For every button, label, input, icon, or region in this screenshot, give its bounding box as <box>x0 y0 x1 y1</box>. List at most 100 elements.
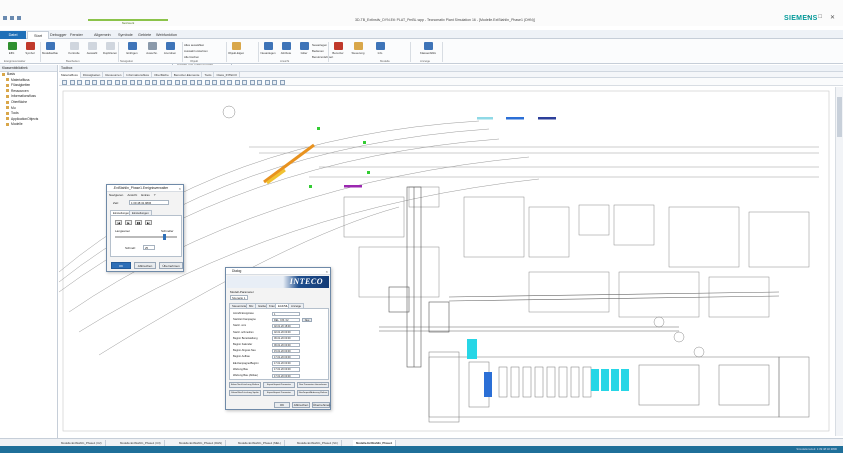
parameter-value-field[interactable]: 17.01.20 00:00 <box>272 354 300 360</box>
toolbox-tool-icon[interactable] <box>129 79 135 85</box>
undo-icon[interactable] <box>10 16 14 20</box>
speed-slider[interactable] <box>115 236 177 238</box>
ribbon-button-grid[interactable]: Gitter <box>296 42 312 58</box>
play-icon[interactable]: ▶ <box>125 220 132 225</box>
apply-button[interactable]: Übernehmen <box>312 402 330 408</box>
ribbon-button-play[interactable]: Effiz. <box>4 42 20 58</box>
toolbox-tool-icon[interactable] <box>107 79 112 85</box>
close-icon[interactable]: × <box>326 268 328 275</box>
toolbox-tool-icon[interactable] <box>84 79 90 85</box>
ribbon-button-duplicate[interactable]: Duplizieren <box>102 42 118 58</box>
inteco-action-button[interactable]: Erbau/Neu/Löschung Spalte <box>229 390 261 396</box>
parameter-value-field[interactable]: 17.01.20 00:00 <box>272 367 300 372</box>
menu-extras[interactable]: Extras <box>141 193 150 197</box>
ribbon-small-item[interactable]: Bedienen <box>312 49 324 53</box>
menu-view[interactable]: Ansicht <box>127 193 137 197</box>
save-icon[interactable] <box>3 16 7 20</box>
toolbox-tool-icon[interactable] <box>227 79 232 85</box>
apply-button[interactable]: Übernehmen <box>159 262 183 269</box>
reset-icon[interactable]: |◀ <box>115 220 122 225</box>
navy-marker[interactable] <box>538 117 556 120</box>
parameter-value-field[interactable]: 17.01.20 00:00 <box>272 361 300 366</box>
toolbox-tool-icon[interactable] <box>77 79 82 85</box>
ribbon-button-new[interactable]: Neuanlegen <box>260 42 276 58</box>
toolbox-tool-icon[interactable] <box>92 79 97 85</box>
toolbox-tool-icon[interactable] <box>69 79 75 85</box>
blue-storage-block[interactable] <box>484 372 492 397</box>
inteco-action-button[interactable]: Erbau Neu/Löschung Reihen <box>229 382 261 388</box>
cyan-storage-block[interactable] <box>611 369 619 391</box>
toolbox-tool-icon[interactable] <box>242 79 247 85</box>
toolbox-tool-icon[interactable] <box>219 79 225 85</box>
toolbox-tool-icon[interactable] <box>167 79 172 85</box>
ribbon-small-item[interactable]: Auswahl umkehren <box>184 49 208 53</box>
pause-icon[interactable]: ▮▮ <box>135 220 142 225</box>
ribbon-small-item[interactable]: Benutzerdefiniert <box>312 55 333 59</box>
cyan-marker[interactable] <box>477 117 493 120</box>
toolbox-tool-icon[interactable] <box>159 79 165 85</box>
scrollbar-thumb[interactable] <box>837 97 842 137</box>
cyan-storage-block[interactable] <box>467 339 477 359</box>
green-marker[interactable] <box>363 141 366 144</box>
cancel-button[interactable]: Abbrechen <box>134 262 156 269</box>
track-segment-orange[interactable] <box>263 143 315 184</box>
ribbon-button-model[interactable]: Modellaufbau <box>42 42 58 58</box>
ribbon-button-control[interactable]: Steuerung <box>350 42 366 58</box>
ribbon-button-properties[interactable]: Objekt-Eigenschaften <box>228 42 244 58</box>
ok-button[interactable]: OK <box>274 402 290 408</box>
minimize-button[interactable]: – <box>807 14 810 21</box>
ok-button[interactable]: OK <box>111 262 131 269</box>
cyan-storage-block[interactable] <box>601 369 609 391</box>
toolbox-tool-icon[interactable] <box>182 79 187 85</box>
toolbox-tool-icon[interactable] <box>137 79 142 85</box>
toolbox-tool-icon[interactable] <box>272 79 277 85</box>
redo-icon[interactable] <box>17 16 21 20</box>
step-field[interactable]: 25 <box>143 245 155 250</box>
toolbox-tool-icon[interactable] <box>197 79 202 85</box>
inteco-tab[interactable]: Anzeige <box>288 303 305 308</box>
parameter-value-field[interactable]: 02.01.20 18:00 <box>272 323 300 329</box>
cyan-storage-block[interactable] <box>591 369 599 391</box>
ribbon-button-cut[interactable]: Ausschn. <box>144 42 160 58</box>
toolbox-tool-icon[interactable] <box>234 79 240 85</box>
parameter-value-field[interactable]: 02.01.20 00:00 <box>272 330 300 335</box>
toolbox-tool-icon[interactable] <box>249 79 255 85</box>
ribbon-button-paste[interactable]: Einfügen <box>124 42 140 58</box>
parameter-value-field[interactable]: 06.01.20 00:00 <box>272 342 300 347</box>
toolbox-tool-icon[interactable] <box>264 79 270 85</box>
parameter-value-field[interactable]: DEL_KIS_02 <box>272 317 300 323</box>
ribbon-button-stop[interactable]: Symbol <box>22 42 38 58</box>
parameter-value-field[interactable]: 17.01.20 00:00 <box>272 373 300 378</box>
tree-item[interactable]: Modelle <box>0 122 57 128</box>
parameter-value-field[interactable]: 06.01.20 00:00 <box>272 336 300 341</box>
close-button[interactable]: ✕ <box>830 14 835 21</box>
ribbon-button-library[interactable]: Klassenbibliothek anzeigen <box>420 42 436 58</box>
inteco-action-button[interactable]: Export/Import Parameter <box>263 390 295 396</box>
cancel-button[interactable]: Abbrechen <box>292 402 310 408</box>
purple-marker[interactable] <box>344 185 362 188</box>
ribbon-button-info[interactable]: Info <box>372 42 388 58</box>
toolbox-tool-icon[interactable] <box>144 79 150 85</box>
toolbox-tool-icon[interactable] <box>257 79 262 85</box>
toolbox-tool-icon[interactable] <box>189 79 195 85</box>
ribbon-small-item[interactable]: Neuanlegen <box>312 43 327 47</box>
tab-file[interactable]: Datei <box>0 31 26 39</box>
parameter-value-field[interactable]: 1 <box>272 311 300 316</box>
parameter-value-field[interactable]: 15.01.20 00:00 <box>272 348 300 354</box>
vertical-scrollbar[interactable] <box>835 87 843 436</box>
ribbon-button-check[interactable]: Kontrolle <box>66 42 82 58</box>
plant-layout-canvas[interactable]: .ExtStahlIn_Phase1.Ereignisverwalter × Na… <box>59 87 835 436</box>
toolbox-tool-icon[interactable] <box>99 79 105 85</box>
cyan-storage-block[interactable] <box>621 369 629 391</box>
toolbox-tool-icon[interactable] <box>279 79 285 85</box>
tab-web[interactable]: Webfunktion <box>150 31 183 39</box>
green-marker[interactable] <box>317 127 320 130</box>
toolbox-tool-icon[interactable] <box>212 79 217 85</box>
ribbon-button-attribute[interactable]: Attribute <box>278 42 294 58</box>
toolbox-tool-icon[interactable] <box>152 79 157 85</box>
speed-slider-handle[interactable] <box>163 234 166 240</box>
inteco-action-button[interactable]: Neu/Import/Änderung Reihen <box>297 390 329 396</box>
inteco-action-button[interactable]: Export/Import-Parameter <box>263 382 295 388</box>
scenario-select[interactable]: Szenario 1 <box>230 295 248 300</box>
menu-help[interactable]: ? <box>154 193 156 197</box>
